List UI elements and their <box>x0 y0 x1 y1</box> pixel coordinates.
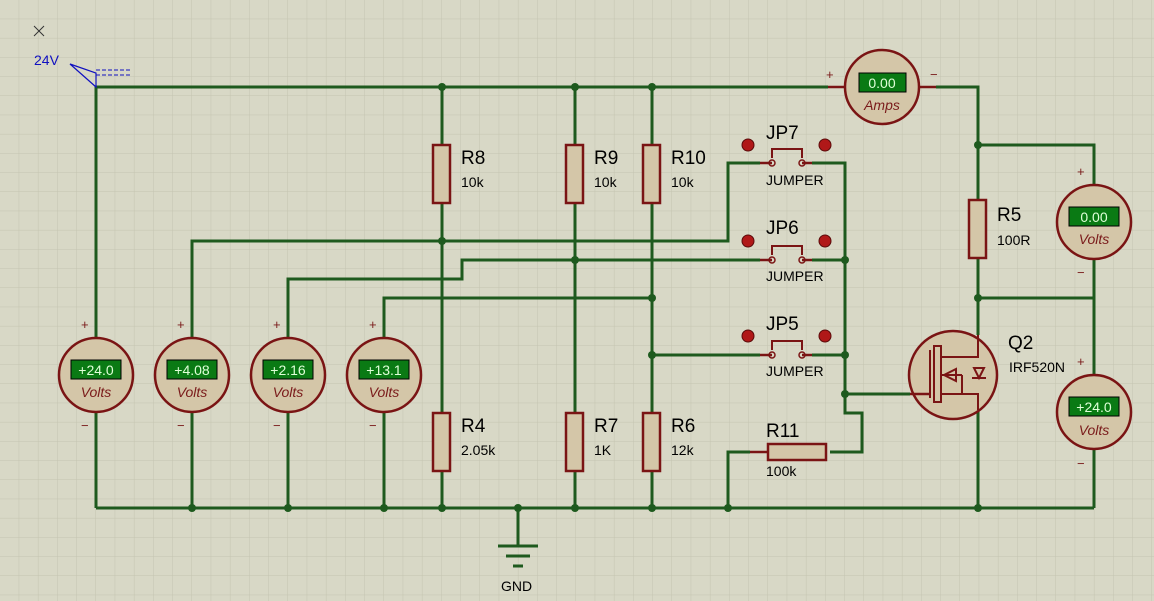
resistor-value: 12k <box>671 442 695 458</box>
resistor-value: 100k <box>766 463 797 479</box>
jumper-type: JUMPER <box>766 363 824 379</box>
minus-sign: − <box>1077 265 1085 280</box>
resistor-value: 1K <box>594 442 612 458</box>
minus-sign: − <box>369 418 377 433</box>
meter-reading: 0.00 <box>1080 209 1107 225</box>
minus-sign: − <box>177 418 185 433</box>
meter-reading: +24.0 <box>1076 399 1112 415</box>
jumper-ref: JP7 <box>766 123 799 144</box>
resistor-ref: R11 <box>766 421 799 442</box>
plus-sign: + <box>369 317 377 332</box>
resistor-ref: R5 <box>997 205 1021 226</box>
minus-sign: − <box>930 67 938 82</box>
transistor-part: IRF520N <box>1009 359 1065 375</box>
ground-label: GND <box>501 578 532 594</box>
supply-label: 24V <box>34 52 60 68</box>
resistor-value: 100R <box>997 232 1030 248</box>
resistor-ref: R10 <box>671 148 706 169</box>
meter-reading: +24.0 <box>78 362 114 378</box>
meter-reading: +2.16 <box>270 362 306 378</box>
meter-unit: Amps <box>863 97 900 113</box>
plus-sign: + <box>273 317 281 332</box>
resistor-ref: R6 <box>671 416 695 437</box>
minus-sign: − <box>81 418 89 433</box>
meter-unit: Volts <box>177 384 208 400</box>
meter-unit: Volts <box>1079 422 1110 438</box>
jumper-ref: JP6 <box>766 218 799 239</box>
meter-unit: Volts <box>369 384 400 400</box>
resistor-ref: R4 <box>461 416 486 437</box>
plus-sign: + <box>177 317 185 332</box>
plus-sign: + <box>1077 354 1085 369</box>
minus-sign: − <box>273 418 281 433</box>
resistor-ref: R9 <box>594 148 618 169</box>
plus-sign: + <box>81 317 89 332</box>
meter-unit: Volts <box>81 384 112 400</box>
resistor-value: 10k <box>461 174 485 190</box>
resistor-value: 2.05k <box>461 442 496 458</box>
plus-sign: + <box>1077 164 1085 179</box>
jumper-ref: JP5 <box>766 314 799 335</box>
meter-reading: +4.08 <box>174 362 210 378</box>
meter-reading: +13.1 <box>366 362 402 378</box>
jumper-type: JUMPER <box>766 268 824 284</box>
resistor-ref: R7 <box>594 416 618 437</box>
jumper-type: JUMPER <box>766 172 824 188</box>
resistor-ref: R8 <box>461 148 485 169</box>
transistor-ref: Q2 <box>1008 333 1033 354</box>
minus-sign: − <box>1077 456 1085 471</box>
meter-reading: 0.00 <box>868 75 895 91</box>
schematic-canvas[interactable]: 24V GND R8 10k R9 10k R10 10k R4 2.05k R… <box>0 0 1154 601</box>
meter-unit: Volts <box>1079 231 1110 247</box>
meter-unit: Volts <box>273 384 304 400</box>
plus-sign: + <box>826 67 834 82</box>
resistor-value: 10k <box>671 174 695 190</box>
resistor-value: 10k <box>594 174 618 190</box>
